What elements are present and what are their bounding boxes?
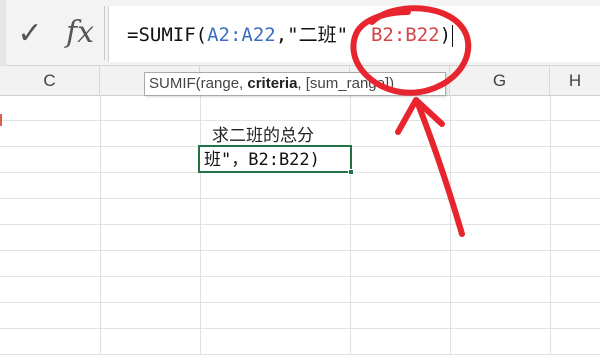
formula-bar-edge [0, 0, 6, 66]
formula-sum-range-argument: B2:B22 [370, 24, 440, 46]
tooltip-function-name: SUMIF( [149, 75, 201, 92]
formula-range-argument: A2:A22 [207, 24, 276, 46]
function-argument-tooltip[interactable]: SUMIF(range, criteria, [sum_range]) [144, 72, 446, 96]
column-header-h[interactable]: H [550, 66, 600, 96]
formula-input[interactable]: =SUMIF(A2:A22,"二班", B2:B22) [108, 6, 600, 62]
formula-text: =SUMIF(A2:A22,"二班", B2:B22) [127, 20, 454, 50]
column-gridline [450, 96, 451, 355]
column-gridline [100, 96, 101, 355]
formula-bar-divider [104, 6, 105, 60]
enter-check-icon[interactable]: ✓ [12, 14, 48, 54]
row-indicator-mark [0, 114, 2, 126]
active-cell-formula-text: 班"，B2:B22) [204, 150, 320, 170]
column-header-c[interactable]: C [0, 66, 100, 96]
formula-bar: ✓ fx =SUMIF(A2:A22,"二班", B2:B22) [0, 0, 600, 66]
formula-separator: , [275, 24, 288, 46]
formula-separator: , [348, 24, 360, 46]
formula-suffix: ) [439, 24, 452, 46]
column-header-g[interactable]: G [450, 66, 550, 96]
tooltip-arg-sum-range[interactable]: , [sum_range]) [297, 75, 394, 92]
column-gridline [350, 96, 351, 355]
column-gridline [200, 96, 201, 355]
tooltip-arg-range[interactable]: range, [201, 75, 248, 92]
formula-prefix: =SUMIF( [127, 24, 208, 46]
fill-handle[interactable] [348, 169, 354, 175]
insert-function-icon[interactable]: fx [60, 12, 100, 54]
cell-task-label[interactable]: 求二班的总分 [212, 121, 314, 146]
formula-criteria-argument: "二班" [287, 24, 349, 46]
text-cursor [452, 24, 454, 47]
active-cell[interactable]: 班"，B2:B22) [198, 145, 354, 175]
tooltip-arg-criteria[interactable]: criteria [247, 75, 297, 92]
column-gridline [550, 96, 551, 355]
